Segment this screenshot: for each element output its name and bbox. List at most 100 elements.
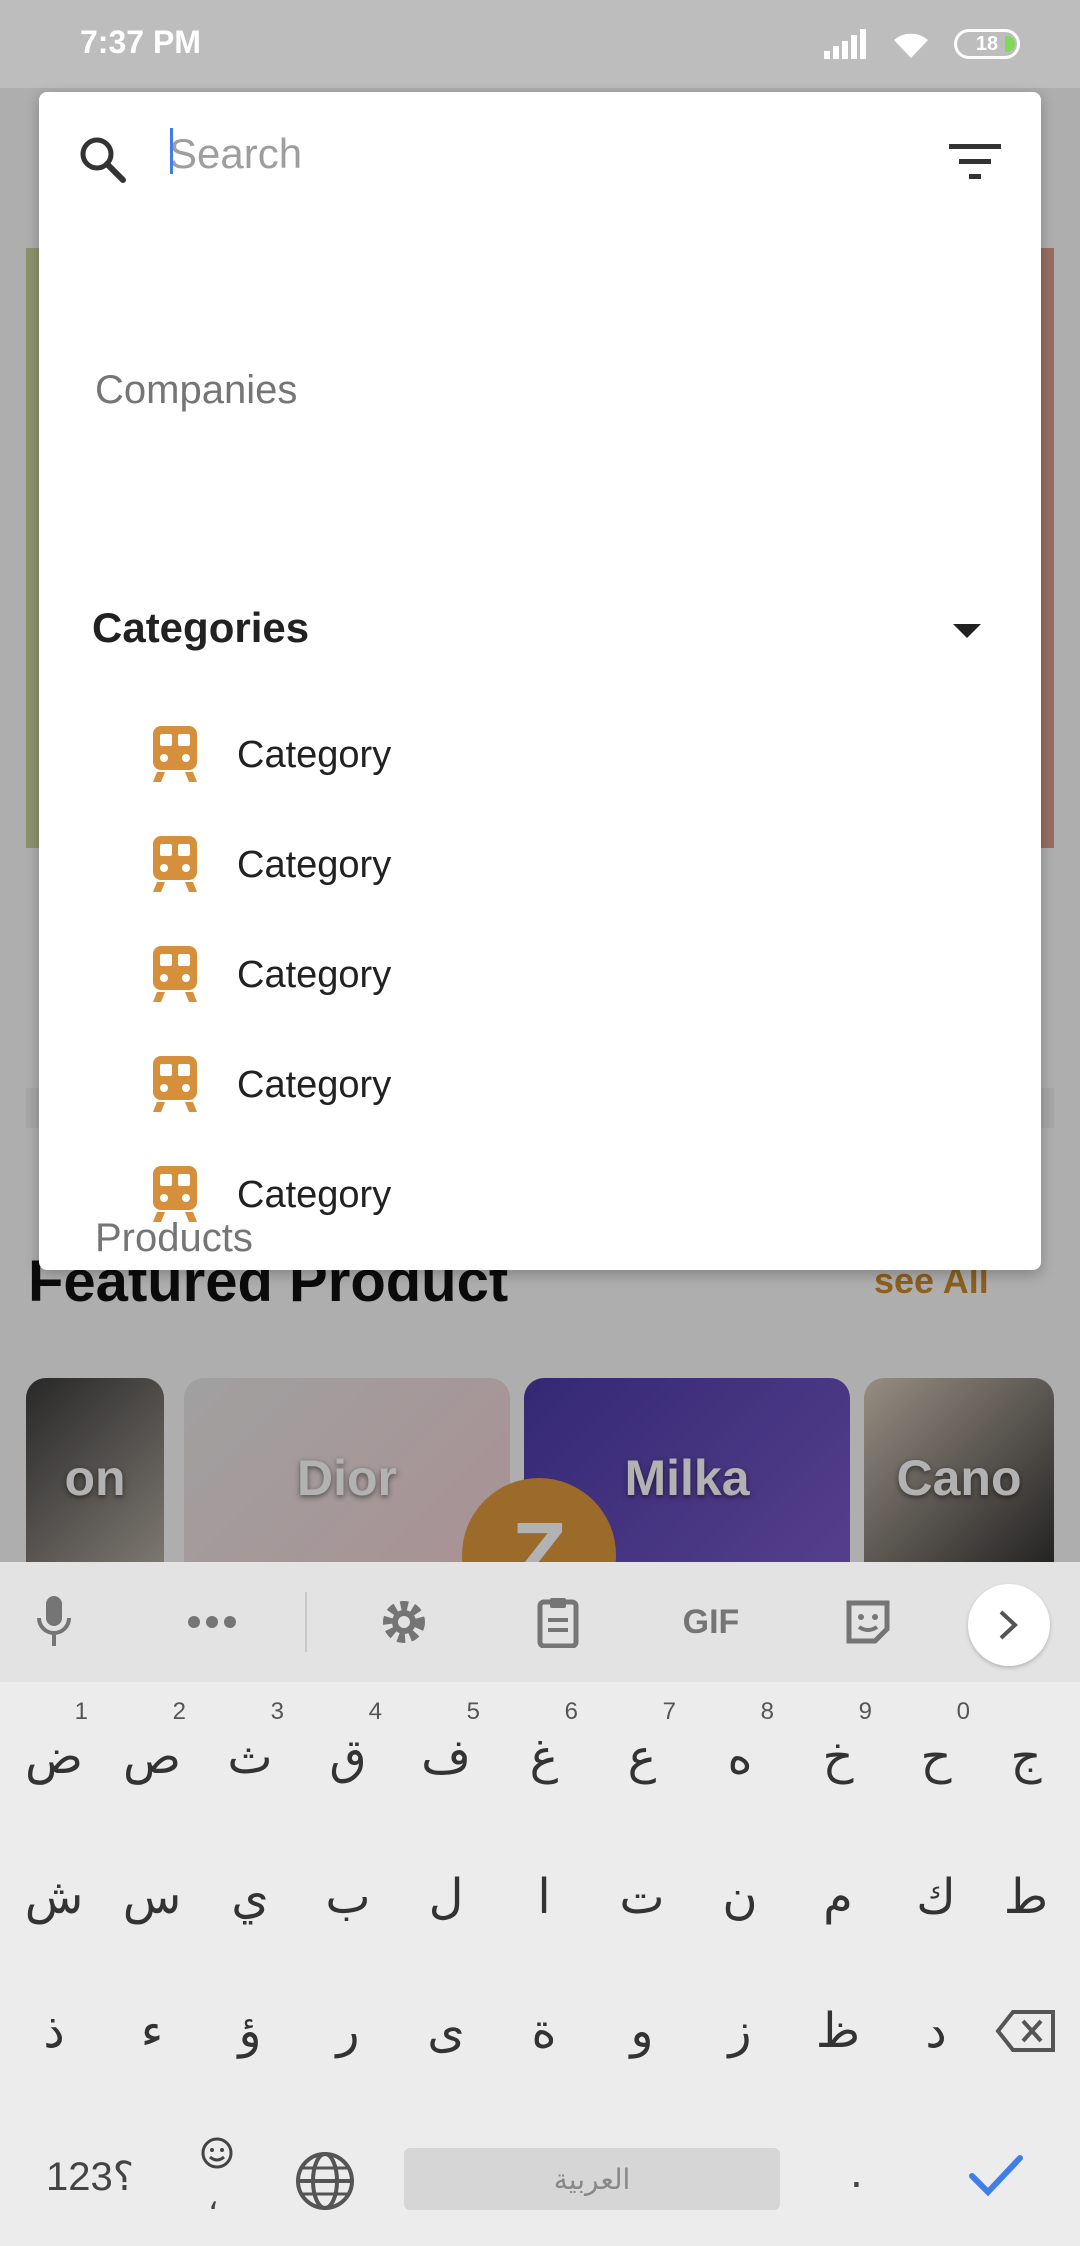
key[interactable]: ث3 bbox=[202, 1692, 298, 1822]
key[interactable]: ض1 bbox=[6, 1692, 102, 1822]
signal-icon bbox=[824, 29, 866, 59]
key-char: ض bbox=[24, 1729, 84, 1785]
key-char: ف bbox=[421, 1729, 471, 1785]
key[interactable]: ى bbox=[398, 1966, 494, 2096]
key[interactable]: م bbox=[790, 1832, 886, 1962]
key[interactable]: ب bbox=[300, 1832, 396, 1962]
key[interactable]: ؤ bbox=[202, 1966, 298, 2096]
keyboard-toolbar: GIF bbox=[0, 1562, 1080, 1682]
key[interactable]: ت bbox=[594, 1832, 690, 1962]
train-icon bbox=[153, 946, 197, 1002]
key-hint: 5 bbox=[466, 1698, 480, 1725]
key[interactable]: ط bbox=[978, 1832, 1074, 1962]
key[interactable]: ف5 bbox=[398, 1692, 494, 1822]
key-hint: 3 bbox=[270, 1698, 284, 1725]
keyboard-row-1: ض1 ص2 ث3 ق4 ف5 غ6 ع7 ه8 خ9 ح0 ج bbox=[0, 1692, 1080, 1822]
clipboard-icon[interactable] bbox=[528, 1592, 588, 1652]
key[interactable]: ص2 bbox=[104, 1692, 200, 1822]
key-hint: 9 bbox=[858, 1698, 872, 1725]
keyboard-row-2: ش س ي ب ل ا ت ن م ك ط bbox=[0, 1832, 1080, 1962]
soft-keyboard: GIF ض1 ص2 ث3 ق4 ف5 غ6 ع7 ه8 خ9 ح0 ج ش س … bbox=[0, 1562, 1080, 2246]
key-hint: 0 bbox=[956, 1698, 970, 1725]
key[interactable]: ي bbox=[202, 1832, 298, 1962]
category-item[interactable]: Category bbox=[39, 1028, 1041, 1138]
key-char: غ bbox=[529, 1729, 559, 1785]
emoji-comma-key[interactable]: ، bbox=[200, 2136, 234, 2217]
companies-section[interactable]: Companies bbox=[95, 368, 297, 413]
category-label: Category bbox=[237, 844, 392, 886]
key[interactable]: ه8 bbox=[692, 1692, 788, 1822]
category-item[interactable]: Category bbox=[39, 918, 1041, 1028]
category-label: Category bbox=[237, 1064, 392, 1106]
train-icon bbox=[153, 726, 197, 782]
key[interactable]: ج bbox=[978, 1692, 1074, 1822]
key[interactable]: ش bbox=[6, 1832, 102, 1962]
category-label: Category bbox=[237, 1174, 392, 1216]
filter-icon[interactable] bbox=[949, 142, 1001, 182]
sticker-icon[interactable] bbox=[838, 1592, 898, 1652]
battery-level: 18 bbox=[975, 32, 999, 55]
text-cursor bbox=[170, 128, 173, 174]
key-char: ص bbox=[122, 1729, 182, 1785]
key[interactable]: ر bbox=[300, 1966, 396, 2096]
toolbar-divider bbox=[305, 1592, 307, 1652]
keyboard-row-3: ذ ء ؤ ر ى ة و ز ظ د bbox=[0, 1966, 1080, 2096]
key-char: ج bbox=[1010, 1729, 1042, 1785]
status-bar: 7:37 PM 18 bbox=[0, 0, 1080, 88]
key-char: ح bbox=[920, 1729, 952, 1785]
key[interactable]: غ6 bbox=[496, 1692, 592, 1822]
train-icon bbox=[153, 836, 197, 892]
backspace-icon[interactable] bbox=[978, 1966, 1074, 2096]
key[interactable]: ك bbox=[888, 1832, 984, 1962]
key[interactable]: و bbox=[594, 1966, 690, 2096]
key[interactable]: ع7 bbox=[594, 1692, 690, 1822]
category-label: Category bbox=[237, 954, 392, 996]
period-key[interactable]: . bbox=[850, 2144, 863, 2198]
wifi-icon bbox=[894, 33, 928, 58]
key[interactable]: س bbox=[104, 1832, 200, 1962]
key-hint: 8 bbox=[760, 1698, 774, 1725]
chevron-down-icon bbox=[953, 624, 981, 638]
products-section[interactable]: Products bbox=[95, 1216, 253, 1261]
key-char: ث bbox=[227, 1729, 273, 1785]
key[interactable]: ظ bbox=[790, 1966, 886, 2096]
key[interactable]: ء bbox=[104, 1966, 200, 2096]
key[interactable]: ا bbox=[496, 1832, 592, 1962]
checkmark-icon[interactable] bbox=[968, 2154, 1024, 2198]
train-icon bbox=[153, 1166, 197, 1222]
battery-indicator: 18 bbox=[954, 29, 1020, 59]
space-key[interactable]: العربية bbox=[404, 2148, 780, 2210]
categories-header[interactable]: Categories bbox=[39, 578, 1041, 688]
gif-button[interactable]: GIF bbox=[676, 1592, 746, 1652]
key-hint: 2 bbox=[172, 1698, 186, 1725]
key-hint: 7 bbox=[662, 1698, 676, 1725]
key-char: ق bbox=[329, 1729, 367, 1785]
category-item[interactable]: Category bbox=[39, 808, 1041, 918]
key[interactable]: ن bbox=[692, 1832, 788, 1962]
search-icon[interactable] bbox=[75, 132, 131, 188]
key[interactable]: ة bbox=[496, 1966, 592, 2096]
key[interactable]: ز bbox=[692, 1966, 788, 2096]
category-item[interactable]: Category bbox=[39, 698, 1041, 808]
symbols-key[interactable]: ؟123 bbox=[46, 2154, 134, 2200]
search-bar bbox=[39, 92, 1041, 222]
search-input[interactable] bbox=[169, 118, 929, 190]
more-icon[interactable] bbox=[182, 1592, 242, 1652]
key[interactable]: ذ bbox=[6, 1966, 102, 2096]
key-hint: 1 bbox=[74, 1698, 88, 1725]
key[interactable]: خ9 bbox=[790, 1692, 886, 1822]
key[interactable]: ق4 bbox=[300, 1692, 396, 1822]
key[interactable]: ل bbox=[398, 1832, 494, 1962]
search-dropdown: Companies Categories Category Category C… bbox=[39, 92, 1041, 1270]
key-char: ع bbox=[627, 1729, 657, 1785]
keyboard-bottom-row: ؟123 ، العربية . bbox=[0, 2110, 1080, 2246]
categories-title: Categories bbox=[92, 604, 310, 651]
globe-icon[interactable] bbox=[294, 2150, 356, 2212]
key-hint: 6 bbox=[564, 1698, 578, 1725]
microphone-icon[interactable] bbox=[24, 1592, 84, 1652]
key[interactable]: د bbox=[888, 1966, 984, 2096]
key[interactable]: ح0 bbox=[888, 1692, 984, 1822]
category-label: Category bbox=[237, 734, 392, 776]
settings-gear-icon[interactable] bbox=[374, 1592, 434, 1652]
chevron-right-icon[interactable] bbox=[968, 1584, 1050, 1666]
